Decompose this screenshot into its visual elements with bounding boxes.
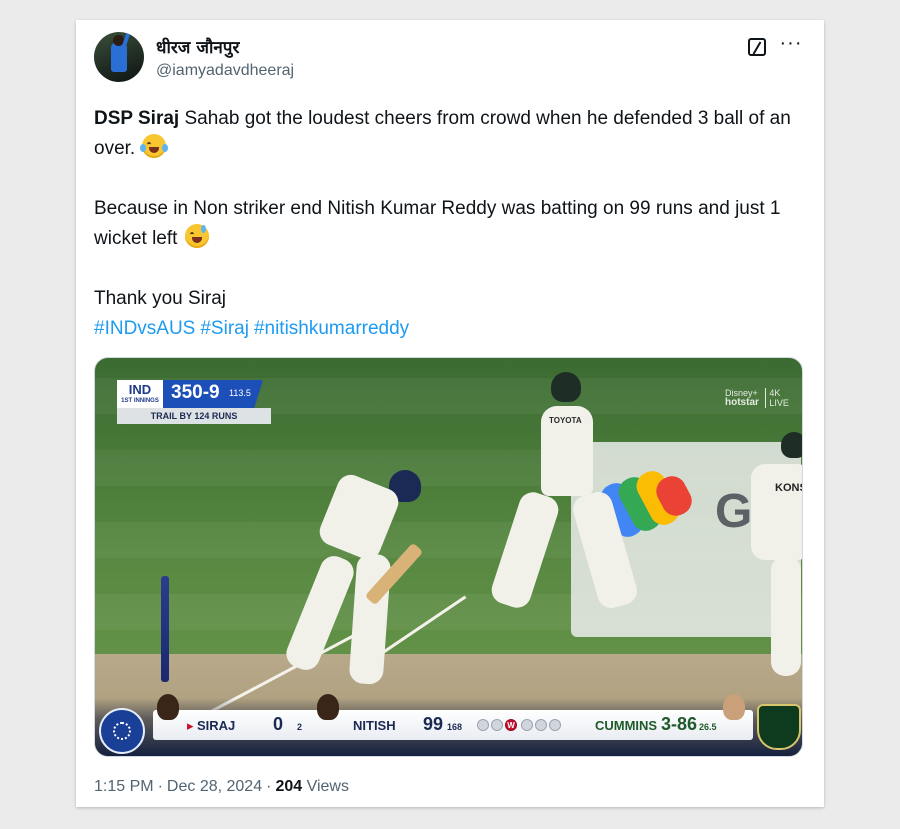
hashtag-list: #INDvsAUS #Siraj #nitishkumarreddy (94, 314, 806, 344)
over-ball-6 (549, 719, 561, 731)
trail-banner: TRAIL BY 124 RUNS (117, 408, 271, 424)
ad-board-letter: G (715, 485, 753, 538)
siraj-photo (157, 694, 179, 720)
sweat-smile-emoji-icon (184, 224, 209, 248)
cricket-australia-logo-icon (757, 704, 801, 750)
avatar[interactable] (94, 32, 144, 82)
grok-icon[interactable] (748, 38, 766, 56)
team-overs: 113.5 (229, 388, 251, 398)
score-box: IND 1ST INNINGS 350-9 113.5 (117, 380, 263, 408)
stump (161, 576, 169, 682)
over-ball-wicket: W (505, 719, 517, 731)
bcci-logo-icon (99, 708, 145, 754)
shirt-sponsor: TOYOTA (549, 416, 582, 425)
tweet-bold-text: DSP Siraj (94, 108, 180, 129)
team-score: 350-9 (171, 382, 220, 403)
views-count: 204 (275, 778, 303, 795)
cummins-photo (723, 694, 745, 720)
over-ball-5 (535, 719, 547, 731)
broadcaster-tag-1: 4K (769, 388, 781, 398)
hashtag-indvsaus[interactable]: #INDvsAUS (94, 318, 195, 339)
tweet-meta: 1:15 PM · Dec 28, 2024 · 204 Views (94, 778, 349, 795)
batter2-runs: 99 (423, 714, 444, 734)
batter1-name: SIRAJ (197, 718, 236, 733)
broadcaster-logo: Disney+ hotstar 4K LIVE (725, 388, 789, 408)
tweet-text: DSP Siraj Sahab got the loudest cheers f… (94, 104, 806, 344)
tweet-paragraph-3: Thank you Siraj (94, 288, 227, 309)
batter1-balls: 2 (297, 722, 303, 732)
nitish-photo (317, 694, 339, 720)
bowler-name: CUMMINS (595, 718, 658, 733)
jersey-name: KONS (775, 482, 802, 494)
batter2-name: NITISH (353, 718, 396, 733)
author-display-name[interactable]: धीरज जौनपुर (156, 35, 239, 58)
over-ball-4 (521, 719, 533, 731)
broadcaster-brand-2: hotstar (725, 397, 759, 408)
bowler-figures: 3-86 (661, 714, 698, 734)
tears-of-joy-emoji-icon (140, 134, 169, 158)
hashtag-nitishkumarreddy[interactable]: #nitishkumarreddy (254, 318, 409, 339)
tweet-card: धीरज जौनपुर @iamyadavdheeraj ··· DSP Sir… (76, 20, 824, 807)
author-handle[interactable]: @iamyadavdheeraj (156, 62, 294, 80)
over-ball-1 (477, 719, 489, 731)
views-label: Views (306, 778, 349, 795)
batter1-runs: 0 (273, 714, 284, 734)
tweet-date[interactable]: Dec 28, 2024 (167, 778, 262, 795)
over-ball-2 (491, 719, 503, 731)
innings-label: 1ST INNINGS (121, 398, 159, 404)
hashtag-siraj[interactable]: #Siraj (200, 318, 249, 339)
batter2-balls: 168 (447, 722, 463, 732)
team-label: IND (128, 382, 152, 397)
bowler-overs: 26.5 (699, 722, 717, 732)
tweet-time[interactable]: 1:15 PM (94, 778, 154, 795)
right-fielder (751, 464, 802, 560)
tweet-paragraph-1: Sahab got the loudest cheers from crowd … (94, 108, 791, 159)
broadcaster-tag-2: LIVE (769, 398, 789, 408)
tweet-media-image[interactable]: G TOYOTA KONS IND 1ST INNINGS 350-9 113 (94, 357, 803, 757)
more-options-icon[interactable]: ··· (778, 33, 804, 56)
